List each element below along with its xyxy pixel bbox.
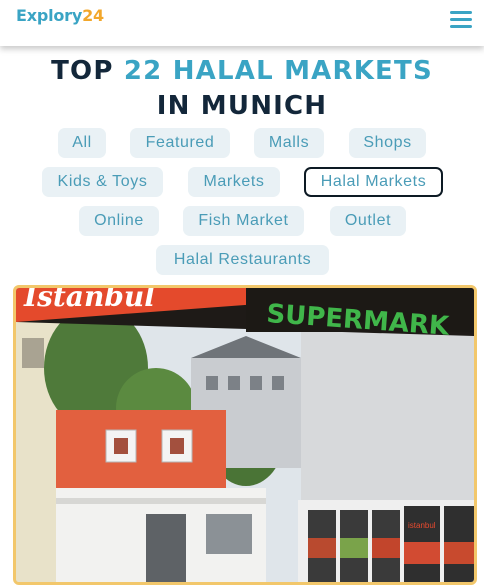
top-navbar: Explory24 xyxy=(0,0,484,46)
shelf-brand-label: istanbul xyxy=(408,521,436,530)
category-chip-kids-toys[interactable]: Kids & Toys xyxy=(42,167,163,197)
sign-script-text: Istanbul xyxy=(23,288,155,313)
title-prefix: TOP xyxy=(51,56,124,86)
category-chip-markets[interactable]: Markets xyxy=(188,167,280,197)
logo-text-part1: Explory xyxy=(16,6,83,25)
category-chip-shops[interactable]: Shops xyxy=(349,128,426,158)
title-highlight: 22 HALAL MARKETS xyxy=(123,56,433,86)
category-chip-featured[interactable]: Featured xyxy=(130,128,230,158)
title-suffix: IN MUNICH xyxy=(156,91,328,121)
explory24-logo[interactable]: Explory24 xyxy=(16,6,104,25)
category-chip-fish-market[interactable]: Fish Market xyxy=(183,206,304,236)
page-title: TOP 22 HALAL MARKETS IN MUNICH xyxy=(0,54,484,124)
featured-market-photo[interactable]: istanbul Istanbul SUPERMARK xyxy=(13,285,477,585)
category-chip-halal-markets[interactable]: Halal Markets xyxy=(304,167,443,197)
category-chip-malls[interactable]: Malls xyxy=(254,128,324,158)
logo-text-part2: 24 xyxy=(82,6,104,25)
category-chip-all[interactable]: All xyxy=(58,128,106,158)
category-chip-outlet[interactable]: Outlet xyxy=(330,206,406,236)
hamburger-menu-icon[interactable] xyxy=(450,9,472,31)
category-chip-halal-restaurants[interactable]: Halal Restaurants xyxy=(156,245,329,275)
category-chip-online[interactable]: Online xyxy=(79,206,159,236)
